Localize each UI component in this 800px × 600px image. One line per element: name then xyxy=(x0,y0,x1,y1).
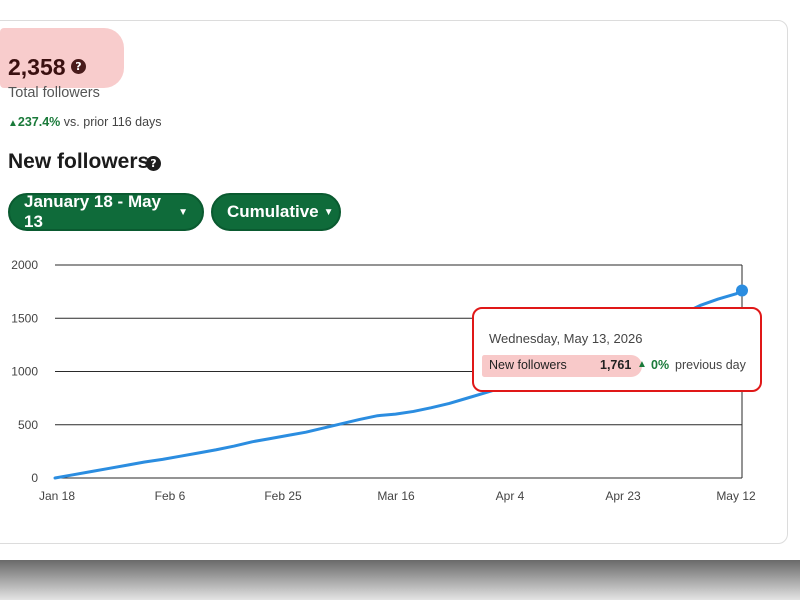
tooltip-value: 1,761 xyxy=(600,358,632,372)
date-range-dropdown[interactable]: January 18 - May 13 ▼ xyxy=(8,192,204,231)
x-tick-label: Feb 25 xyxy=(264,489,302,503)
data-point-marker[interactable] xyxy=(736,284,748,297)
y-tick-label: 1000 xyxy=(11,365,38,379)
question-circle-icon[interactable]: ? xyxy=(71,59,86,74)
caret-down-icon: ▼ xyxy=(178,206,188,218)
tooltip-change-percent: 0% xyxy=(651,358,670,372)
triangle-up-icon: ▲ xyxy=(637,359,647,370)
x-tick-label: Jan 18 xyxy=(39,489,75,503)
growth-indicator: ▲237.4% vs. prior 116 days xyxy=(8,115,162,129)
tooltip-label: New followers xyxy=(489,358,567,372)
y-tick-label: 500 xyxy=(18,418,38,432)
new-followers-title: New followers xyxy=(8,150,150,173)
x-tick-label: Apr 23 xyxy=(605,489,641,503)
tooltip-date: Wednesday, May 13, 2026 xyxy=(489,331,643,346)
x-tick-label: May 12 xyxy=(716,489,756,503)
y-tick-label: 1500 xyxy=(11,311,38,325)
data-point-tooltip: Wednesday, May 13, 2026 New followers 1,… xyxy=(472,307,762,392)
mode-dropdown[interactable]: Cumulative ▼ xyxy=(211,193,341,231)
question-circle-icon[interactable]: ? xyxy=(146,156,161,171)
x-tick-label: Apr 4 xyxy=(496,489,525,503)
tooltip-change-note: previous day xyxy=(675,358,746,372)
growth-note: vs. prior 116 days xyxy=(63,115,162,129)
y-tick-label: 0 xyxy=(31,471,38,485)
mode-label: Cumulative xyxy=(227,202,319,221)
total-followers-count: 2,358 xyxy=(8,54,66,80)
x-tick-label: Feb 6 xyxy=(155,489,186,503)
date-range-label: January 18 - May 13 xyxy=(24,192,162,231)
x-tick-label: Mar 16 xyxy=(377,489,415,503)
caret-down-icon: ▼ xyxy=(323,206,334,218)
total-followers-label: Total followers xyxy=(8,85,100,101)
window-shadow xyxy=(0,560,800,600)
y-tick-label: 2000 xyxy=(11,258,38,272)
growth-percent: 237.4% xyxy=(17,115,61,129)
triangle-up-icon: ▲ xyxy=(8,118,18,129)
